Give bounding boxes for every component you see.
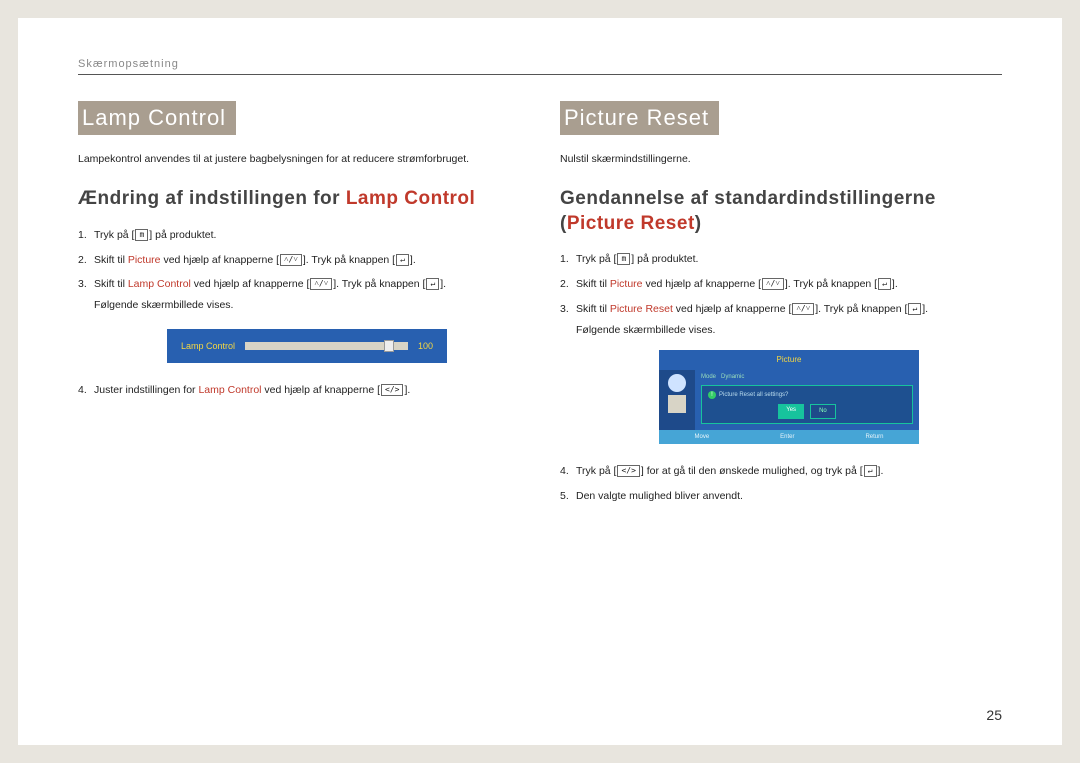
header-rule: [78, 74, 1002, 75]
picture-reset-subhead: Gendannelse af standardindstillingerne (…: [560, 187, 1002, 236]
mock-reset-title: Picture: [659, 350, 919, 370]
picture-reset-steps: Tryk på [m] på produktet. Skift til Pict…: [560, 250, 1002, 506]
section-header: Skærmopsætning: [78, 58, 1002, 70]
enter-icon: ↵: [878, 278, 891, 290]
leftright-icon: </>: [381, 384, 403, 396]
menu-icon: m: [135, 229, 148, 241]
step-2: Skift til Picture ved hjælp af knapperne…: [78, 251, 520, 270]
enter-icon: ↵: [864, 465, 877, 477]
updown-icon: ˄/˅: [310, 278, 332, 290]
mock-lamp-value: 100: [418, 338, 433, 354]
lamp-control-subhead: Ændring af indstillingen for Lamp Contro…: [78, 187, 520, 212]
picture-reset-mockup: Picture Mode Dynamic !Picture Reset all …: [659, 350, 919, 444]
mock-lamp-thumb: [384, 340, 394, 352]
mock-lamp-slider: [245, 342, 408, 350]
step-3: Skift til Lamp Control ved hjælp af knap…: [78, 275, 520, 363]
menu-icon: m: [617, 253, 630, 265]
step-5: Den valgte mulighed bliver anvendt.: [560, 487, 1002, 506]
info-icon: !: [708, 391, 716, 399]
mock-yes-button: Yes: [778, 404, 804, 419]
lamp-control-title: Lamp Control: [78, 101, 236, 135]
picture-reset-intro: Nulstil skærmindstillingerne.: [560, 153, 1002, 165]
enter-icon: ↵: [426, 278, 439, 290]
right-column: Picture Reset Nulstil skærmindstillinger…: [560, 101, 1002, 512]
step-4: Juster indstillingen for Lamp Control ve…: [78, 381, 520, 400]
updown-icon: ˄/˅: [280, 254, 302, 266]
enter-icon: ↵: [396, 254, 409, 266]
updown-icon: ˄/˅: [792, 303, 814, 315]
two-column-layout: Lamp Control Lampekontrol anvendes til a…: [78, 101, 1002, 512]
mock-no-button: No: [810, 404, 836, 419]
mock-footer: Move Enter Return: [659, 430, 919, 444]
step-3: Skift til Picture Reset ved hjælp af kna…: [560, 300, 1002, 444]
mock-dialog: !Picture Reset all settings? Yes No: [701, 385, 913, 424]
left-column: Lamp Control Lampekontrol anvendes til a…: [78, 101, 520, 512]
mock-sidebar-icon: [668, 374, 686, 392]
step-4: Tryk på [</>] for at gå til den ønskede …: [560, 462, 1002, 481]
lamp-control-mockup: Lamp Control 100: [167, 329, 447, 363]
leftright-icon: </>: [617, 465, 639, 477]
step-1: Tryk på [m] på produktet.: [560, 250, 1002, 269]
updown-icon: ˄/˅: [762, 278, 784, 290]
mock-lamp-label: Lamp Control: [181, 338, 235, 354]
step-1: Tryk på [m] på produktet.: [78, 226, 520, 245]
mock-sidebar-icon: [668, 395, 686, 413]
picture-reset-title: Picture Reset: [560, 101, 719, 135]
enter-icon: ↵: [908, 303, 921, 315]
page-number: 25: [986, 707, 1002, 723]
mock-sidebar: [659, 370, 695, 430]
lamp-control-steps: Tryk på [m] på produktet. Skift til Pict…: [78, 226, 520, 400]
step-2: Skift til Picture ved hjælp af knapperne…: [560, 275, 1002, 294]
lamp-control-intro: Lampekontrol anvendes til at justere bag…: [78, 153, 520, 165]
document-page: Skærmopsætning Lamp Control Lampekontrol…: [18, 18, 1062, 745]
